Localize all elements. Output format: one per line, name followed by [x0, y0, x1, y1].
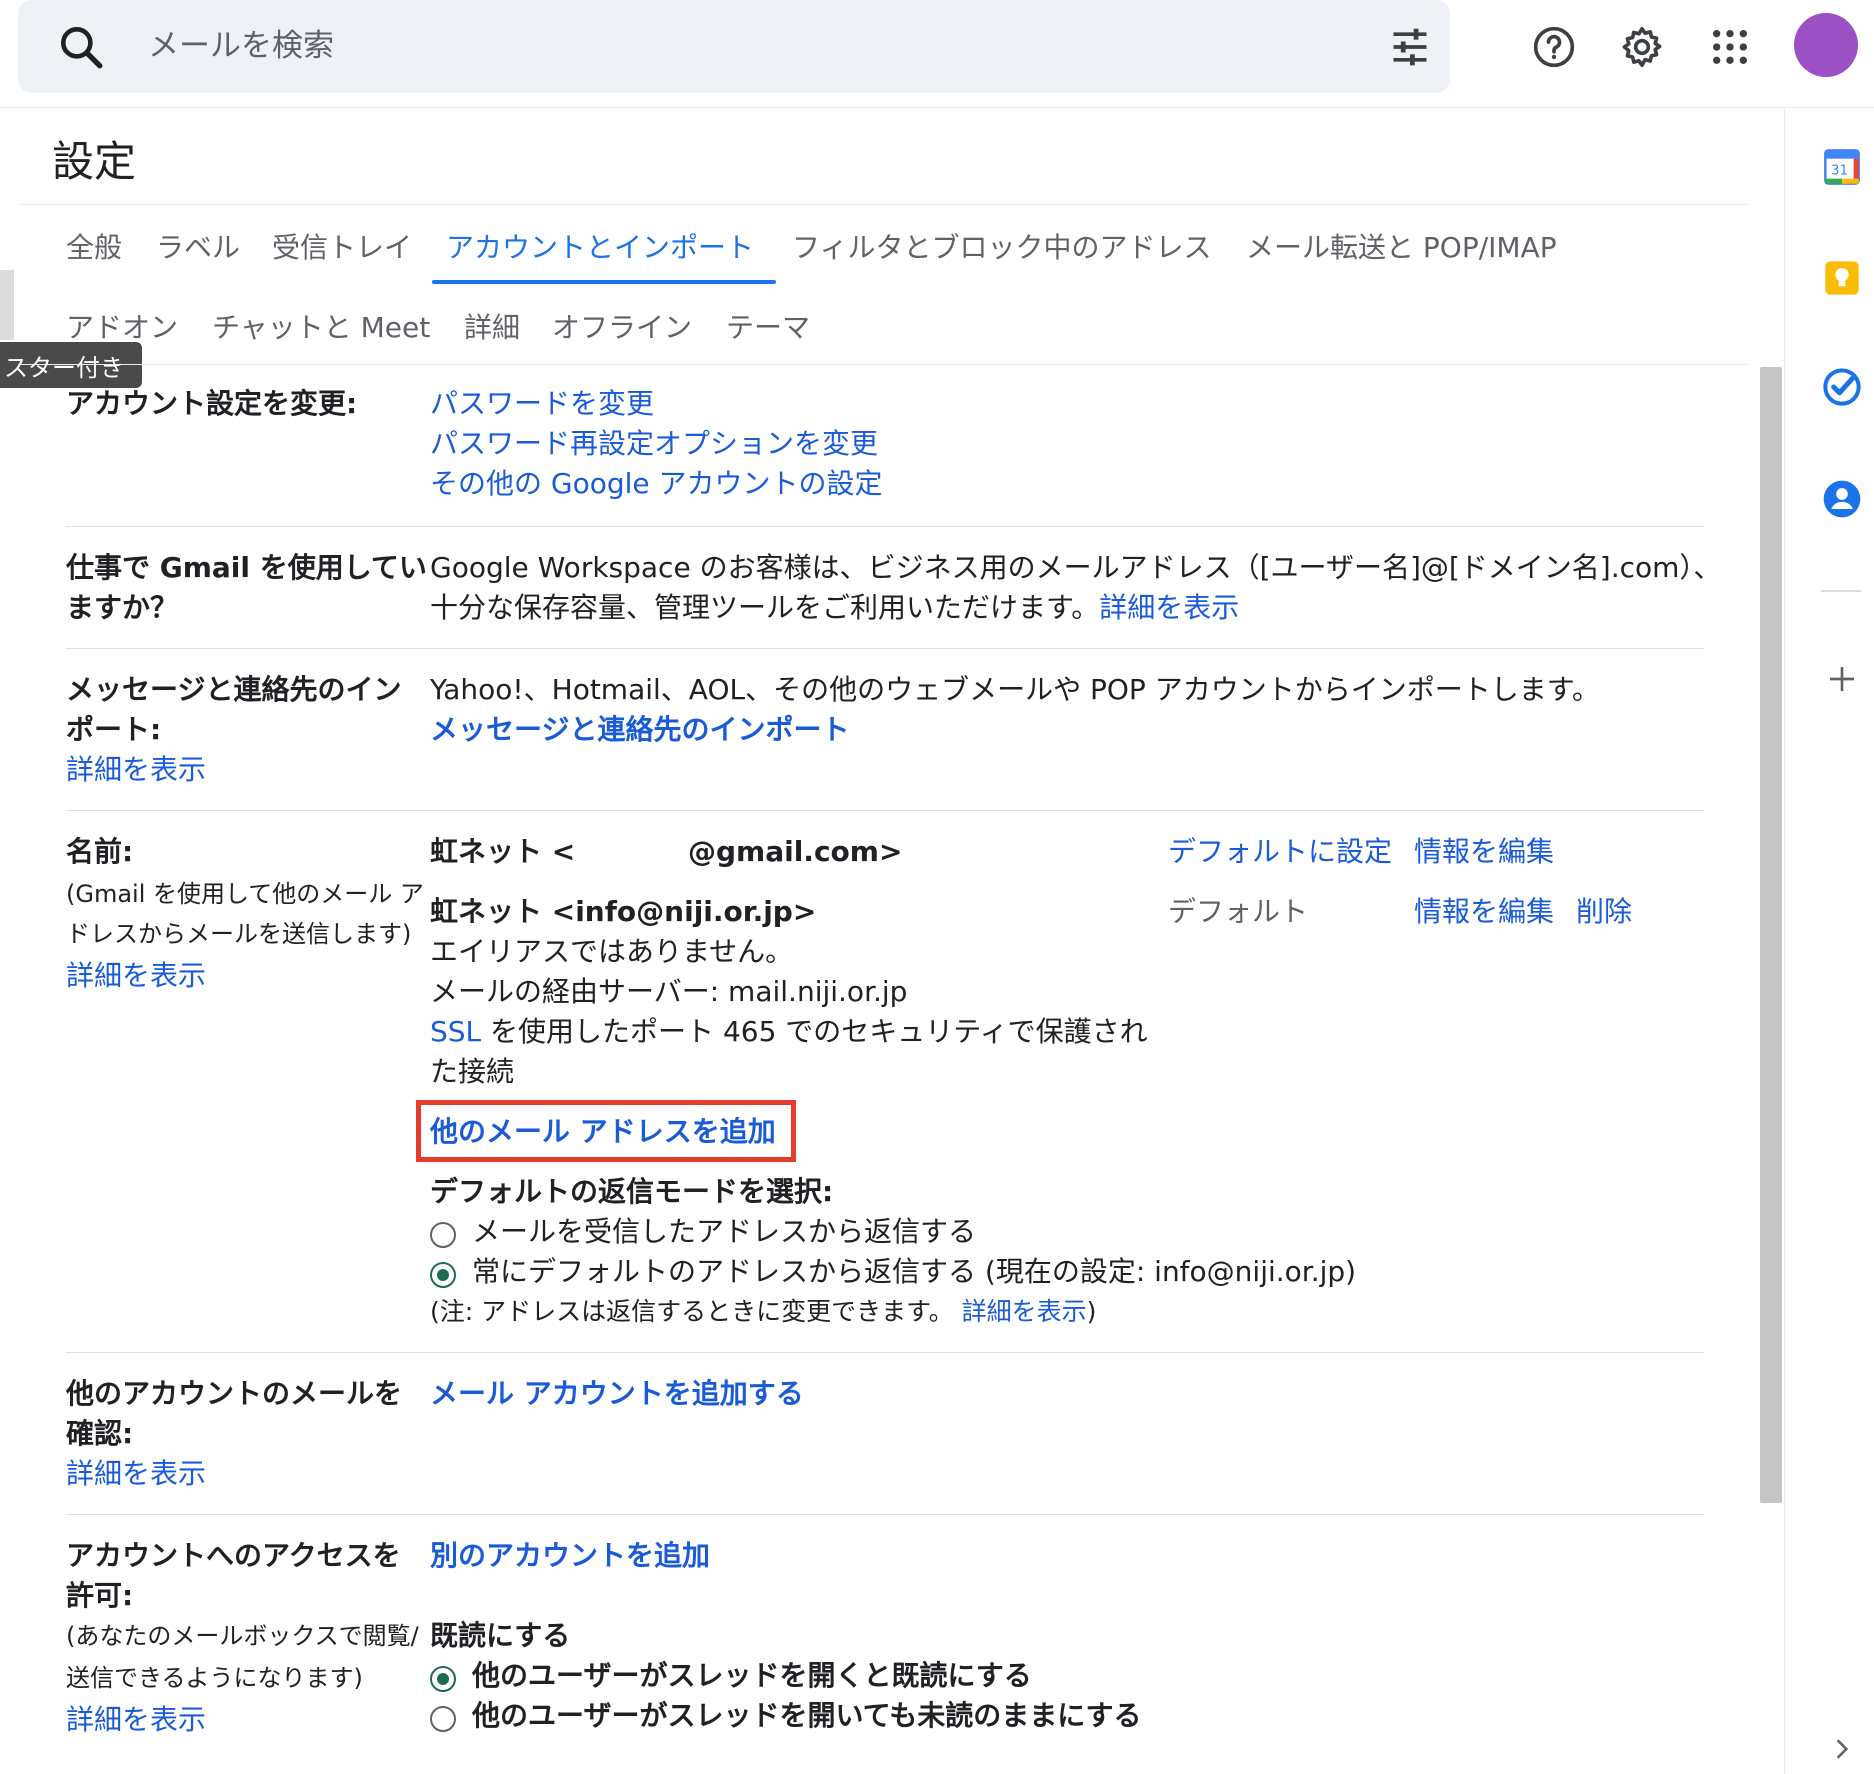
import-description: Yahoo!、Hotmail、AOL、その他のウェブメールや POP アカウント… [430, 673, 1600, 706]
tab-filters[interactable]: フィルタとブロック中のアドレス [792, 226, 1211, 266]
left-edge [0, 270, 14, 340]
send-as-learn-more-link[interactable]: 詳細を表示 [66, 956, 206, 996]
tab-labels[interactable]: ラベル [156, 226, 240, 266]
ssl-link[interactable]: SSL [430, 1015, 481, 1048]
mark-as-read-title: 既読にする [430, 1619, 571, 1652]
starred-tooltip: スター付き [0, 342, 142, 388]
check-mail-label-line2: 確認: [66, 1417, 134, 1450]
reply-default-address-radio[interactable] [430, 1262, 456, 1288]
mark-read-radio[interactable] [430, 1666, 456, 1692]
tab-offline[interactable]: オフライン [552, 306, 692, 346]
tab-chat-meet[interactable]: チャットと Meet [212, 306, 430, 346]
search-options-icon[interactable] [1388, 25, 1432, 69]
security-text: を使用したポート 465 でのセキュリティで保護され [481, 1015, 1148, 1048]
tab-forwarding-pop-imap[interactable]: メール転送と POP/IMAP [1246, 226, 1557, 266]
grant-access-sub-line2: 送信できるようになります) [66, 1664, 363, 1692]
leave-unread-label[interactable]: 他のユーザーがスレッドを開いても未読のままにする [472, 1696, 1141, 1736]
tab-general[interactable]: 全般 [66, 226, 122, 266]
apps-grid-icon[interactable] [1703, 20, 1757, 74]
scrollbar[interactable] [1760, 367, 1782, 1503]
search-input[interactable] [148, 14, 1348, 78]
gear-icon[interactable] [1615, 20, 1669, 74]
delete-link[interactable]: 削除 [1576, 892, 1632, 932]
account-settings-label: アカウント設定を変更: [66, 387, 358, 420]
tab-advanced[interactable]: 詳細 [464, 306, 520, 346]
section-divider [66, 526, 1704, 527]
workspace-label-line1: 仕事で Gmail を使用してい [66, 551, 427, 584]
tab-addons[interactable]: アドオン [66, 306, 178, 346]
security-line2: た接続 [430, 1055, 515, 1088]
tab-accounts-import[interactable]: アカウントとインポート [446, 226, 754, 266]
sender2-name: 虹ネット <info@niji.or.jp> [430, 895, 817, 928]
grant-access-learn-more-link[interactable]: 詳細を表示 [66, 1700, 206, 1740]
reply-note-close: ) [1086, 1297, 1097, 1326]
section-divider [66, 1352, 1704, 1353]
change-recovery-options-link[interactable]: パスワード再設定オプションを変更 [430, 424, 878, 464]
sender1-name: 虹ネット < [430, 835, 576, 868]
workspace-text-line2-wrap: 十分な保存容量、管理ツールをご利用いただけます。詳細を表示 [430, 588, 1239, 628]
edit-info-link-2[interactable]: 情報を編集 [1414, 892, 1554, 932]
check-mail-label-line1: 他のアカウントのメールを [66, 1377, 403, 1410]
default-label: デフォルト [1168, 895, 1309, 928]
leave-unread-radio[interactable] [430, 1706, 456, 1732]
send-as-sub-line2: ドレスからメールを送信します) [66, 920, 412, 948]
reply-note-learn-more-link[interactable]: 詳細を表示 [962, 1297, 1087, 1326]
import-learn-more-link[interactable]: 詳細を表示 [66, 750, 206, 790]
contacts-icon[interactable] [1821, 478, 1863, 520]
import-label-line2: ポート: [66, 713, 162, 746]
search-bar[interactable] [18, 0, 1450, 93]
add-another-address-link[interactable]: 他のメール アドレスを追加 [430, 1112, 776, 1152]
reply-same-address-label[interactable]: メールを受信したアドレスから返信する [472, 1212, 976, 1252]
tab-inbox[interactable]: 受信トレイ [272, 226, 412, 266]
reply-default-address-label[interactable]: 常にデフォルトのアドレスから返信する (現在の設定: info@niji.or.… [472, 1252, 1356, 1292]
alias-status: エイリアスではありません。 [430, 935, 794, 968]
tab-themes[interactable]: テーマ [726, 306, 810, 346]
edit-info-link-1[interactable]: 情報を編集 [1414, 832, 1554, 872]
add-mail-account-link[interactable]: メール アカウントを追加する [430, 1374, 804, 1414]
other-google-account-settings-link[interactable]: その他の Google アカウントの設定 [430, 464, 883, 504]
section-divider [66, 1514, 1704, 1515]
workspace-learn-more-link[interactable]: 詳細を表示 [1099, 591, 1239, 624]
reply-mode-title: デフォルトの返信モードを選択: [430, 1175, 834, 1208]
tabs-divider [18, 364, 1750, 365]
send-as-label: 名前: [66, 835, 134, 868]
title-divider [18, 204, 1750, 205]
section-divider [66, 810, 1704, 811]
reply-note-text: (注: アドレスは返信するときに変更できます。 [430, 1297, 954, 1326]
send-as-sub-line1: (Gmail を使用して他のメール ア [66, 880, 424, 908]
reply-same-address-radio[interactable] [430, 1222, 456, 1248]
mark-read-label[interactable]: 他のユーザーがスレッドを開くと既読にする [472, 1656, 1032, 1696]
check-mail-learn-more-link[interactable]: 詳細を表示 [66, 1454, 206, 1494]
side-panel-divider [1821, 590, 1861, 592]
import-mail-contacts-link[interactable]: メッセージと連絡先のインポート [430, 710, 849, 750]
tasks-icon[interactable] [1821, 366, 1863, 408]
chevron-right-icon[interactable] [1821, 1728, 1863, 1770]
grant-access-label-line2: 許可: [66, 1579, 134, 1612]
workspace-label-line2: ますか？ [66, 591, 179, 624]
workspace-text-line1: Google Workspace のお客様は、ビジネス用のメールアドレス（[ユー… [430, 551, 1722, 584]
svg-text:31: 31 [1831, 164, 1848, 179]
import-label-line1: メッセージと連絡先のイン [66, 673, 402, 706]
grant-access-label-line1: アカウントへのアクセスを [66, 1539, 401, 1572]
page-title: 設定 [52, 137, 137, 186]
search-icon[interactable] [56, 22, 106, 72]
make-default-link[interactable]: デフォルトに設定 [1168, 832, 1392, 872]
workspace-text-line2: 十分な保存容量、管理ツールをご利用いただけます。 [430, 591, 1100, 624]
reply-note: (注: アドレスは返信するときに変更できます。 詳細を表示) [430, 1292, 1096, 1332]
keep-icon[interactable] [1821, 257, 1863, 299]
help-icon[interactable] [1527, 20, 1581, 74]
change-password-link[interactable]: パスワードを変更 [430, 384, 654, 424]
add-another-account-link[interactable]: 別のアカウントを追加 [430, 1536, 710, 1576]
section-divider [66, 648, 1704, 649]
top-bar [0, 0, 1874, 108]
active-tab-indicator [432, 280, 776, 284]
add-addon-icon[interactable] [1821, 658, 1863, 700]
grant-access-sub-line1: (あなたのメールボックスで閲覧/ [66, 1622, 419, 1650]
sender1-email: @gmail.com> [688, 835, 903, 868]
smtp-server: メールの経由サーバー: mail.niji.or.jp [430, 975, 908, 1008]
calendar-icon[interactable]: 31 [1821, 146, 1863, 188]
security-line1: SSL を使用したポート 465 でのセキュリティで保護され [430, 1012, 1148, 1052]
side-panel: 31 [1784, 108, 1874, 1774]
avatar[interactable] [1794, 13, 1858, 77]
